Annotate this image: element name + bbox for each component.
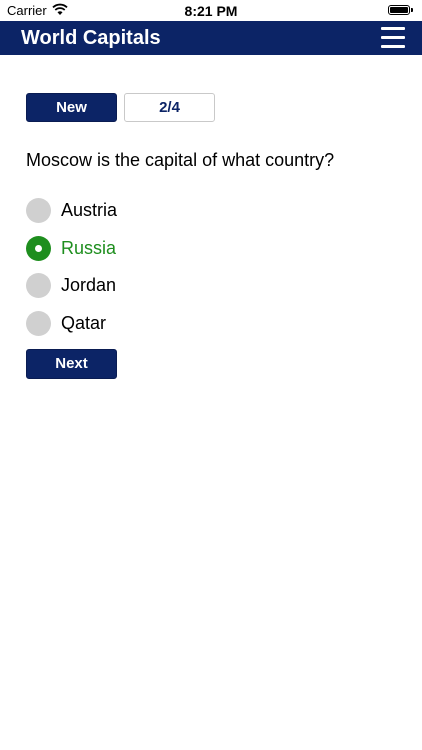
hamburger-menu-icon[interactable] bbox=[381, 27, 405, 49]
option-qatar[interactable]: Qatar bbox=[26, 311, 326, 337]
battery-icon bbox=[388, 5, 410, 15]
radio-button-selected[interactable] bbox=[26, 236, 51, 261]
next-button[interactable]: Next bbox=[26, 349, 117, 379]
nav-bar: World Capitals bbox=[0, 21, 422, 55]
option-jordan[interactable]: Jordan bbox=[26, 273, 326, 299]
option-label: Austria bbox=[61, 200, 118, 220]
clock: 8:21 PM bbox=[184, 3, 238, 19]
option-russia[interactable]: Russia bbox=[26, 236, 326, 262]
battery-tip bbox=[411, 8, 413, 12]
option-austria[interactable]: Austria bbox=[26, 198, 326, 224]
question-text: Moscow is the capital of what country? bbox=[26, 150, 335, 170]
option-label: Jordan bbox=[61, 275, 117, 295]
radio-dot-icon bbox=[35, 245, 42, 252]
status-bar: Carrier 8:21 PM bbox=[0, 0, 422, 21]
new-button[interactable]: New bbox=[26, 93, 117, 122]
option-label: Russia bbox=[61, 238, 117, 258]
page-title: World Capitals bbox=[21, 27, 161, 49]
radio-button[interactable] bbox=[26, 198, 51, 223]
radio-button[interactable] bbox=[26, 311, 51, 336]
option-label: Qatar bbox=[61, 313, 107, 333]
radio-button[interactable] bbox=[26, 273, 51, 298]
progress-counter: 2/4 bbox=[124, 93, 215, 122]
